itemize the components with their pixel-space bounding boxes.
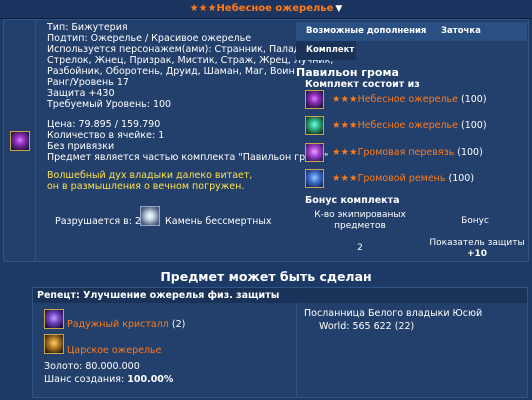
item-stack: Количество в ячейке: 1 xyxy=(47,130,165,141)
set-bonus-label: Бонус комплекта xyxy=(305,195,400,206)
item-classes-line-2: Стрелок, Жнец, Призрак, Мистик, Страж, Ж… xyxy=(47,55,334,66)
chevron-down-icon[interactable]: ▼ xyxy=(335,4,342,14)
necklace-icon xyxy=(305,90,324,109)
necklace-icon[interactable] xyxy=(44,334,64,354)
material-count: (2) xyxy=(171,319,186,330)
item-classes-line-3: Разбойник, Оборотень, Друид, Шаман, Маг,… xyxy=(47,66,295,77)
item-title-stars: ★★★ xyxy=(189,3,217,14)
tab-set[interactable]: Комплект xyxy=(296,41,356,60)
set-item-stars: ★★★ xyxy=(332,173,358,184)
item-title-name: Небесное ожерелье xyxy=(216,3,334,14)
craft-header: Предмет может быть сделан xyxy=(160,269,372,284)
necklace-icon xyxy=(305,116,324,135)
craft-chance: Шанс создания: 100.00% xyxy=(44,374,173,385)
item-rank: Ранг/Уровень 17 xyxy=(47,77,129,88)
tab-enchant[interactable]: Заточка xyxy=(435,22,527,41)
recipe-title: Репецт: Улучшение ожерелья физ. защиты xyxy=(33,288,527,303)
set-item-name: Громовой ремень xyxy=(357,173,446,184)
craft-chance-label: Шанс создания: xyxy=(44,374,125,385)
item-classes-line-1: Используется персонажем(ами): Странник, … xyxy=(47,44,316,55)
craft-location[interactable]: World: 565 622 (22) xyxy=(319,321,414,332)
crystal-icon[interactable] xyxy=(44,309,64,329)
set-item-stars: ★★★ xyxy=(332,147,358,158)
bonus-col-bonus: Бонус xyxy=(461,216,489,226)
bonus-row-count: 2 xyxy=(357,243,363,253)
item-binding: Без привязки xyxy=(47,141,115,152)
item-subtype: Подтип: Ожерелье / Красивое ожерелье xyxy=(47,33,252,44)
set-item-name: Небесное ожерелье xyxy=(357,120,458,131)
set-item-stars: ★★★ xyxy=(332,120,358,131)
set-item-name: Громовая перевязь xyxy=(357,147,455,158)
material-2: Царское ожерелье xyxy=(67,345,161,356)
material-name: Царское ожерелье xyxy=(67,345,162,356)
set-item-name: Небесное ожерелье xyxy=(357,94,458,105)
necklace-icon[interactable] xyxy=(10,131,30,151)
item-required-level: Требуемый Уровень: 100 xyxy=(47,99,172,110)
item-title[interactable]: ★★★Небесное ожерелье ▼ xyxy=(0,3,532,14)
bonus-row-value: +10 xyxy=(466,249,488,259)
break-item-name: Камень бессмертных xyxy=(165,216,272,227)
item-flavor-line-1: Волшебный дух владыки далеко витает, xyxy=(47,170,253,181)
craft-chance-value: 100.00% xyxy=(127,374,174,385)
sash-icon xyxy=(305,143,324,162)
craft-gold: Золото: 80.000.000 xyxy=(44,361,140,372)
break-label: Разрушается в: 20 xyxy=(55,216,148,227)
material-1: Радужный кристалл (2) xyxy=(67,319,185,330)
bonus-col-count: К-во экипированых предметов xyxy=(314,210,406,231)
material-name: Радужный кристалл xyxy=(67,319,169,330)
set-consists-label: Комплект состоит из xyxy=(305,79,420,90)
item-price: Цена: 79.895 / 159.790 xyxy=(47,119,161,130)
item-set-note: Предмет является частью комплекта "Павил… xyxy=(47,152,329,163)
set-item-count: (100) xyxy=(461,94,487,105)
set-item-stars: ★★★ xyxy=(332,94,358,105)
item-flavor-line-2: он в размышления о вечном погружен. xyxy=(47,181,245,192)
set-item-count: (100) xyxy=(457,147,483,158)
craft-npc[interactable]: Посланница Белого владыки Юсюй xyxy=(304,308,482,319)
recipe-divider xyxy=(296,303,297,397)
item-type: Тип: Бижутерия xyxy=(47,22,128,33)
set-name: Павильон грома xyxy=(296,66,399,79)
immortal-stone-icon[interactable] xyxy=(140,206,160,226)
item-defense: Защита +430 xyxy=(47,88,115,99)
bonus-row-label: Показатель защиты xyxy=(429,238,525,248)
tab-addons[interactable]: Возможные дополнения xyxy=(296,22,435,41)
belt-icon xyxy=(305,169,324,188)
set-item-count: (100) xyxy=(461,120,487,131)
set-item-count: (100) xyxy=(448,173,475,184)
